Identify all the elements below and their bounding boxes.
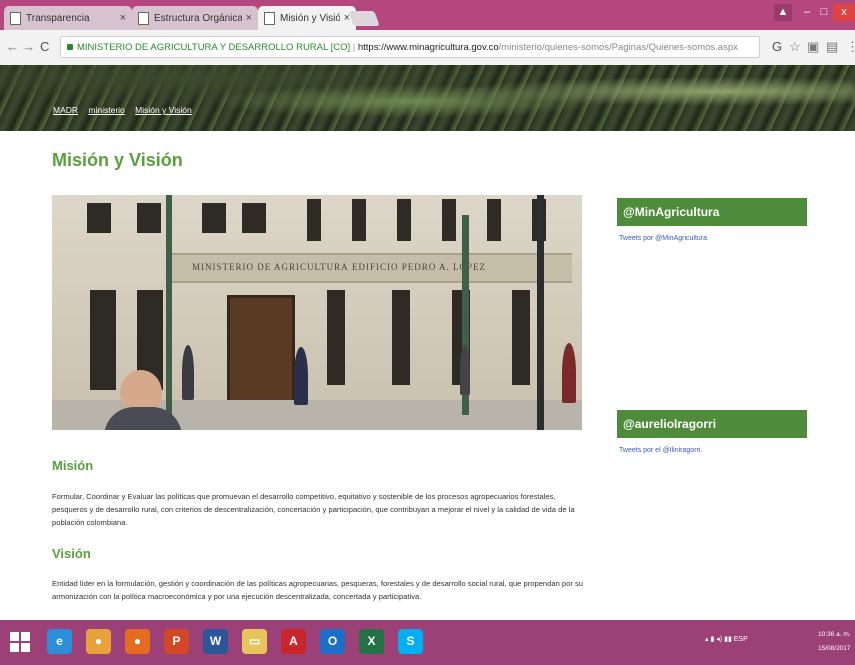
breadcrumb-link-mision-vision[interactable]: Misión y Visión <box>135 105 192 115</box>
close-tab-icon[interactable]: × <box>246 12 252 24</box>
tab-title: Transparencia <box>26 12 90 24</box>
twitter-widget-header[interactable]: @aureliolragorri <box>617 410 807 438</box>
browser-toolbar: ← → C MINISTERIO DE AGRICULTURA Y DESARR… <box>0 30 855 66</box>
user-profile-icon[interactable]: ▲ <box>774 4 792 21</box>
vision-text: Entidad líder en la formulación, gestión… <box>52 579 584 601</box>
system-tray: ▴ ▮ ◂) ▮▮ ESP <box>705 635 748 643</box>
breadcrumb: MADR ministerio Misión y Visión <box>53 105 200 115</box>
tab-title: Estructura Orgánica y Ta <box>154 12 242 24</box>
file-explorer-icon[interactable]: ▭ <box>242 629 267 654</box>
page-icon <box>10 11 21 25</box>
lock-icon <box>67 44 73 51</box>
tab-transparencia[interactable]: Transparencia × <box>4 6 132 30</box>
clock[interactable]: 10:36 a. m. 15/08/2017 <box>818 628 851 656</box>
ie-icon[interactable]: e <box>47 629 72 654</box>
tab-title: Misión y Visión <box>280 12 340 24</box>
building-inscription: MINISTERIO DE AGRICULTURA <box>192 262 349 272</box>
clock-date: 15/08/2017 <box>818 645 851 652</box>
breadcrumb-link-ministerio[interactable]: ministerio <box>88 105 124 115</box>
site-identity: MINISTERIO DE AGRICULTURA Y DESARROLLO R… <box>77 42 351 53</box>
excel-icon[interactable]: X <box>359 629 384 654</box>
mision-heading: Misión <box>52 458 94 473</box>
windows-taskbar: e ● ● P W ▭ A O X S ▴ ▮ ◂) ▮▮ ESP 10:36 a. m. 15/… <box>0 620 855 665</box>
signal-icon[interactable]: ▮▮ <box>724 636 732 643</box>
url-host: https://www.minagricultura.gov.co <box>357 42 499 53</box>
clock-time: 10:36 a. m. <box>818 631 851 638</box>
tweets-link[interactable]: Tweets por @MinAgricultura <box>619 235 707 242</box>
page-icon <box>138 11 149 25</box>
minimize-button[interactable]: – <box>798 4 816 21</box>
tab-estructura-organica[interactable]: Estructura Orgánica y Ta × <box>132 6 258 30</box>
forward-arrow-icon[interactable]: → <box>22 39 35 54</box>
tweets-link[interactable]: Tweets por el @Iliniragorri. <box>619 447 702 454</box>
address-bar[interactable]: MINISTERIO DE AGRICULTURA Y DESARROLLO R… <box>60 36 760 58</box>
menu-icon[interactable]: ⋮ <box>846 39 855 55</box>
twitter-widget-header[interactable]: @MinAgricultura <box>617 198 807 226</box>
bookmark-star-icon[interactable]: ☆ <box>789 39 801 55</box>
skype-icon[interactable]: S <box>398 629 423 654</box>
windows-start-icon[interactable] <box>10 632 30 652</box>
tray-up-arrow-icon[interactable]: ▴ <box>705 636 709 643</box>
page-title: Misión y Visión <box>52 150 183 170</box>
new-tab-button[interactable] <box>348 11 380 26</box>
browser-tabstrip: Transparencia × Estructura Orgánica y Ta… <box>0 0 855 30</box>
breadcrumb-link-madr[interactable]: MADR <box>53 105 78 115</box>
outlook-icon[interactable]: O <box>320 629 345 654</box>
vision-heading: Visión <box>52 546 91 561</box>
network-icon[interactable]: ▮ <box>710 636 714 643</box>
language-indicator[interactable]: ESP <box>734 636 748 643</box>
close-tab-icon[interactable]: × <box>120 12 126 24</box>
maximize-button[interactable]: □ <box>815 4 833 21</box>
ministry-building-photo: MINISTERIO DE AGRICULTURA EDIFICIO PEDRO… <box>52 195 582 430</box>
page-icon <box>264 11 275 25</box>
back-arrow-icon[interactable]: ← <box>6 39 19 54</box>
volume-icon[interactable]: ◂) <box>716 636 722 643</box>
extension-icon[interactable]: ▤ <box>826 39 838 55</box>
reload-icon[interactable]: C <box>40 39 49 54</box>
close-window-button[interactable]: x <box>833 4 855 21</box>
header-banner-image <box>0 65 855 131</box>
word-icon[interactable]: W <box>203 629 228 654</box>
acrobat-icon[interactable]: A <box>281 629 306 654</box>
google-icon[interactable]: G <box>772 39 782 54</box>
tab-mision-vision[interactable]: Misión y Visión × <box>258 6 356 30</box>
powerpoint-icon[interactable]: P <box>164 629 189 654</box>
firefox-icon[interactable]: ● <box>125 629 150 654</box>
url-separator: | <box>352 42 356 53</box>
chrome-icon[interactable]: ● <box>86 629 111 654</box>
url-path: /ministerio/quienes-somos/Paginas/Quiene… <box>498 42 738 53</box>
mision-text: Formular, Coordinar y Evaluar las políti… <box>52 492 575 527</box>
extension-icon[interactable]: ▣ <box>807 39 819 55</box>
